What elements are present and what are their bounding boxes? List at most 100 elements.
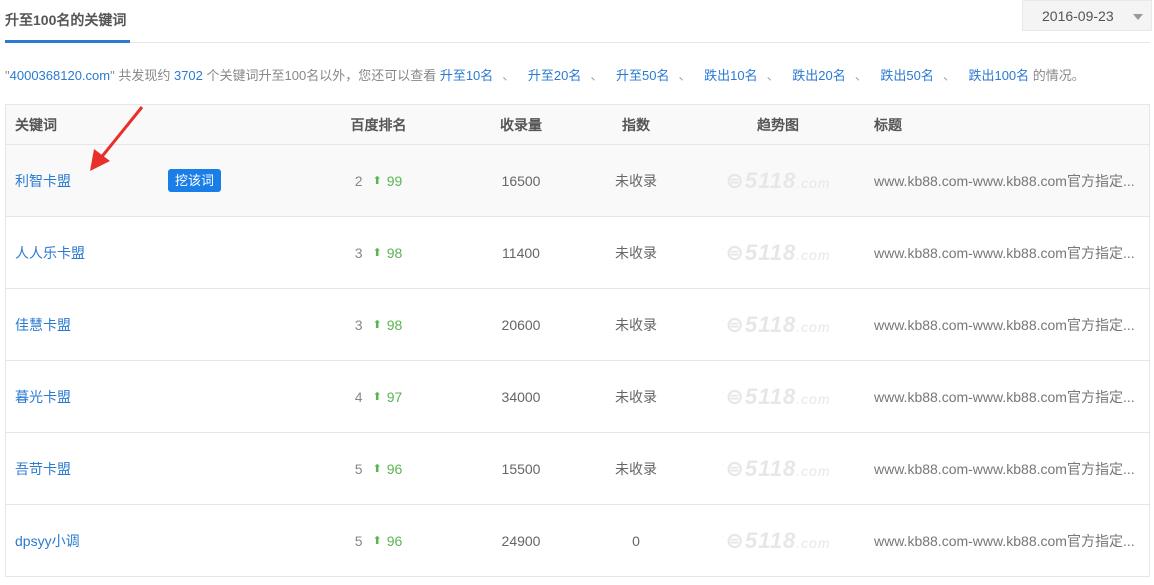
rank-old: 4 [355, 389, 363, 405]
link-drop-50[interactable]: 跌出50名 [880, 68, 933, 83]
separator: 、 [767, 68, 780, 83]
index-value: 未收录 [586, 217, 686, 288]
rank-cell: 2 ⬆ 99 [326, 145, 431, 216]
indexed-count: 20600 [471, 289, 571, 360]
index-value: 未收录 [586, 361, 686, 432]
keyword-link[interactable]: 佳慧卡盟 [15, 315, 71, 335]
index-value: 未收录 [586, 433, 686, 504]
trend-watermark: ⊜5118.com [718, 361, 838, 432]
indexed-count: 34000 [471, 361, 571, 432]
rank-new: 99 [387, 173, 403, 189]
index-value: 0 [586, 505, 686, 576]
keyword-cell: 暮光卡盟 [15, 361, 71, 432]
col-title: 标题 [874, 105, 902, 144]
watermark-suffix: .com [796, 247, 830, 263]
keyword-cell: 人人乐卡盟 [15, 217, 85, 288]
watermark-suffix: .com [796, 463, 830, 479]
separator: 、 [855, 68, 868, 83]
page-title-cell[interactable]: www.kb88.com-www.kb88.com官方指定... [874, 145, 1135, 216]
rank-old: 3 [355, 245, 363, 261]
rank-old: 5 [355, 533, 363, 549]
watermark-logo-icon: ⊜ [725, 168, 744, 193]
page-title-cell[interactable]: www.kb88.com-www.kb88.com官方指定... [874, 433, 1135, 504]
watermark-suffix: .com [796, 535, 830, 551]
rank-cell: 5 ⬆ 96 [326, 505, 431, 576]
watermark-logo-icon: ⊜ [725, 312, 744, 337]
chevron-down-icon [1133, 14, 1143, 20]
rank-cell: 3 ⬆ 98 [326, 289, 431, 360]
link-drop-10[interactable]: 跌出10名 [704, 68, 757, 83]
domain-link[interactable]: 4000368120.com [10, 68, 110, 83]
rank-old: 5 [355, 461, 363, 477]
rank-new: 98 [387, 245, 403, 261]
separator: 、 [943, 68, 956, 83]
keyword-link[interactable]: 暮光卡盟 [15, 387, 71, 407]
table-row: dpsyy小调 5 ⬆ 96 24900 0 ⊜5118.com www.kb88.… [6, 505, 1149, 577]
trend-watermark: ⊜5118.com [718, 433, 838, 504]
keyword-link[interactable]: dpsyy小调 [15, 531, 80, 551]
keyword-count: 3702 [174, 68, 203, 83]
link-drop-20[interactable]: 跌出20名 [792, 68, 845, 83]
trend-watermark: ⊜5118.com [718, 505, 838, 576]
keyword-cell: 利智卡盟 [15, 145, 71, 216]
summary-text-1: 共发现约 [115, 68, 174, 83]
arrow-up-icon: ⬆ [373, 462, 382, 475]
table-row: 人人乐卡盟 3⬆98 11400 未收录 ⊜5118.com www.kb88.… [6, 217, 1149, 289]
arrow-up-icon: ⬆ [373, 390, 382, 403]
watermark-suffix: .com [796, 175, 830, 191]
link-rise-10[interactable]: 升至10名 [440, 68, 493, 83]
page-title-cell[interactable]: www.kb88.com-www.kb88.com官方指定... [874, 361, 1135, 432]
rank-old: 2 [355, 173, 363, 189]
date-value: 2016-09-23 [1042, 8, 1114, 24]
watermark-logo-icon: ⊜ [725, 528, 744, 553]
table-row: 利智卡盟 挖该词 2⬆99 16500 未收录 ⊜5118.com www.kb… [6, 145, 1149, 217]
rank-new: 97 [387, 389, 403, 405]
arrow-up-icon: ⬆ [373, 534, 382, 547]
indexed-count: 16500 [471, 145, 571, 216]
summary-text-2: 个关键词升至100名以外，您还可以查看 [203, 68, 440, 83]
link-rise-50[interactable]: 升至50名 [616, 68, 669, 83]
watermark-logo-icon: ⊜ [725, 384, 744, 409]
arrow-up-icon: ⬆ [373, 174, 382, 187]
page-title-cell[interactable]: www.kb88.com-www.kb88.com官方指定... [874, 289, 1135, 360]
page-title-cell[interactable]: www.kb88.com-www.kb88.com官方指定... [874, 217, 1135, 288]
indexed-count: 11400 [471, 217, 571, 288]
keyword-link[interactable]: 利智卡盟 [15, 171, 71, 191]
link-drop-100[interactable]: 跌出100名 [968, 68, 1029, 83]
separator: 、 [502, 68, 515, 83]
rank-cell: 5⬆96 [326, 433, 431, 504]
table-row: 佳慧卡盟 3 ⬆ 98 20600 未收录 ⊜5118.com www.kb88.c… [6, 289, 1149, 361]
keyword-table: 关键词 百度排名 收录量 指数 趋势图 标题 利智卡盟 挖该词 2 ⬆ 99 165… [5, 104, 1150, 577]
rank-cell: 3⬆98 [326, 217, 431, 288]
separator: 、 [679, 68, 692, 83]
indexed-count: 24900 [471, 505, 571, 576]
summary-text-3: 的情况。 [1029, 68, 1085, 83]
col-keyword: 关键词 [15, 105, 57, 144]
trend-watermark: ⊜5118.com [718, 289, 838, 360]
watermark-text: 5118 [745, 384, 796, 409]
col-trend: 趋势图 [718, 105, 838, 144]
table-row: 暮光卡盟 4 ⬆ 97 34000 未收录 ⊜5118.com www.kb88.c… [6, 361, 1149, 433]
watermark-suffix: .com [796, 319, 830, 335]
watermark-logo-icon: ⊜ [725, 240, 744, 265]
col-index: 指数 [586, 105, 686, 144]
keyword-link[interactable]: 吾苛卡盟 [15, 459, 71, 479]
keyword-link[interactable]: 人人乐卡盟 [15, 243, 85, 263]
page-title-cell[interactable]: www.kb88.com-www.kb88.com官方指定... [874, 505, 1135, 576]
rank-new: 96 [387, 533, 403, 549]
keyword-cell: 佳慧卡盟 [15, 289, 71, 360]
link-rise-20[interactable]: 升至20名 [528, 68, 581, 83]
watermark-text: 5118 [745, 528, 796, 553]
arrow-up-icon: ⬆ [373, 318, 382, 331]
watermark-text: 5118 [745, 240, 796, 265]
watermark-suffix: .com [796, 391, 830, 407]
rank-cell: 4 ⬆ 97 [326, 361, 431, 432]
index-value: 未收录 [586, 289, 686, 360]
table-header: 关键词 百度排名 收录量 指数 趋势图 标题 [6, 105, 1149, 145]
date-select[interactable]: 2016-09-23 [1022, 0, 1152, 31]
rank-old: 3 [355, 317, 363, 333]
tab-rise-to-100[interactable]: 升至100名的关键词 [5, 12, 130, 43]
dig-keyword-button[interactable]: 挖该词 [168, 169, 221, 192]
rank-new: 98 [387, 317, 403, 333]
watermark-text: 5118 [745, 168, 796, 193]
